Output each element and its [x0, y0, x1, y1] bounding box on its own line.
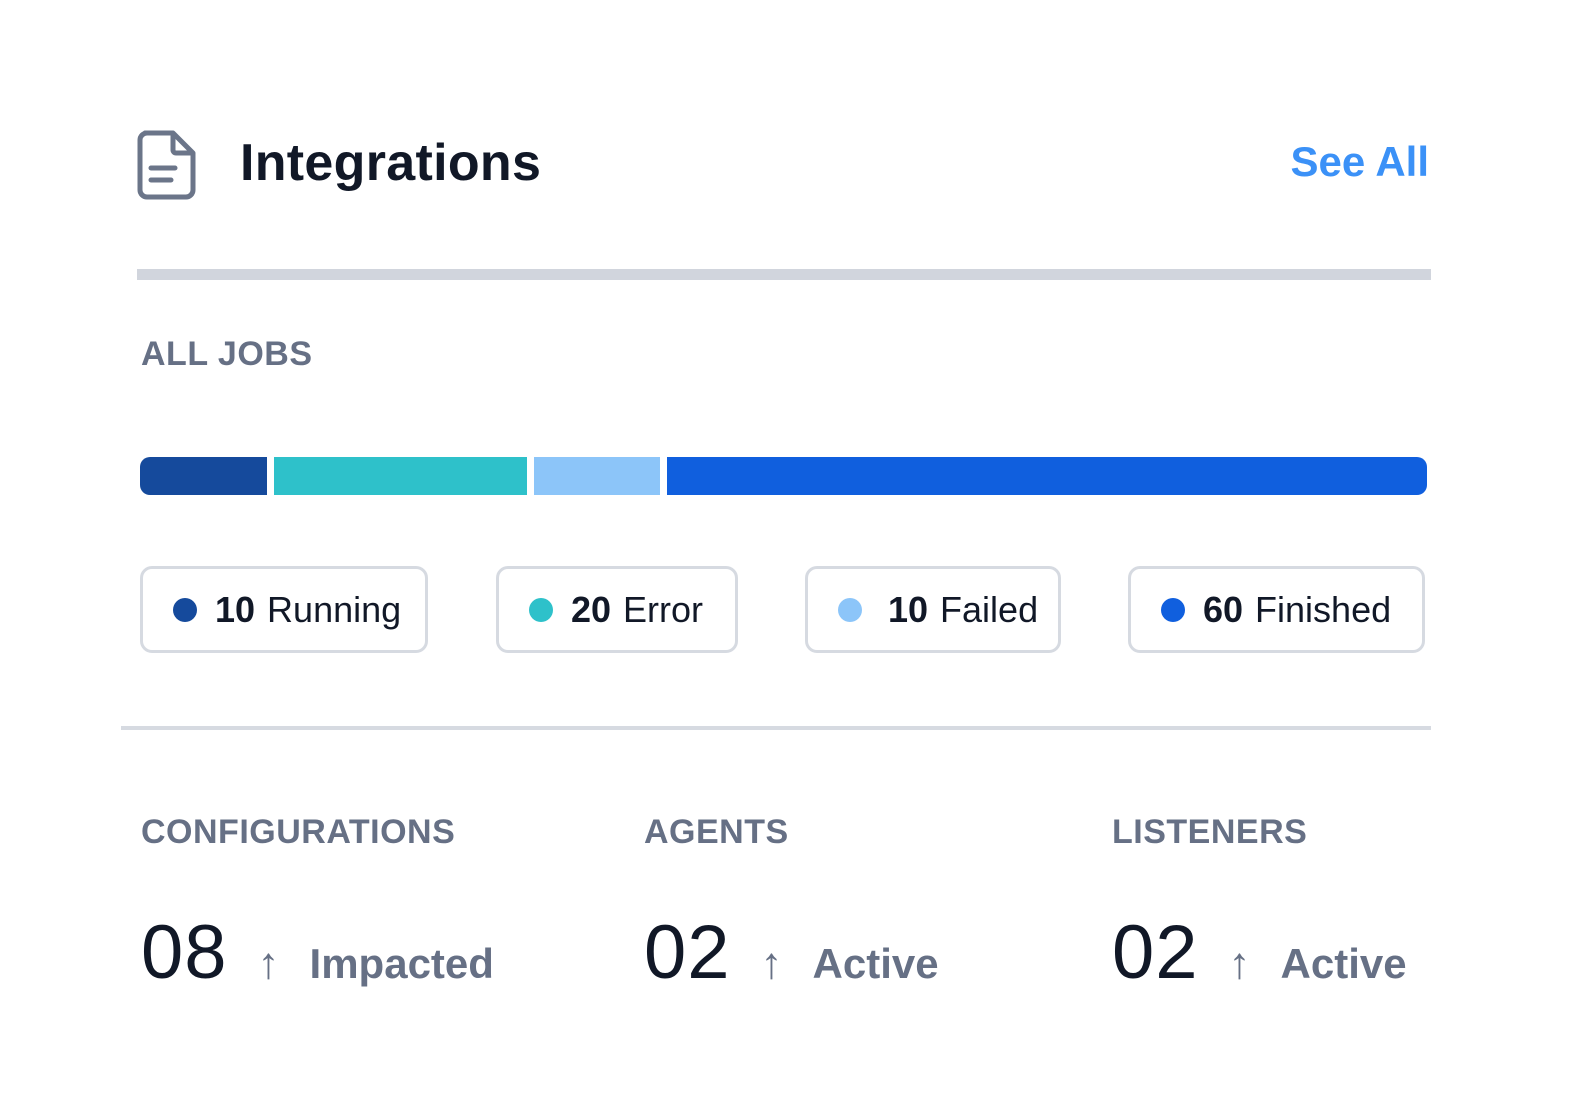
configurations-value: 08	[141, 910, 228, 995]
agents-label: AGENTS	[644, 813, 789, 851]
section-divider	[121, 726, 1431, 730]
arrow-up-icon: ↑	[257, 939, 280, 988]
bar-segment-error[interactable]	[273, 457, 527, 495]
error-count: 20	[571, 588, 612, 630]
listeners-value: 02	[1112, 910, 1199, 995]
agents-value: 02	[644, 910, 731, 995]
jobs-progress-bar	[140, 457, 1427, 495]
see-all-link[interactable]: See All	[1290, 132, 1429, 192]
finished-count: 60	[1203, 588, 1244, 630]
configurations-description: Impacted	[309, 940, 494, 987]
agents-description: Active	[812, 940, 939, 987]
legend-failed[interactable]: 10 Failed	[805, 566, 1061, 653]
failed-count: 10	[888, 588, 929, 630]
arrow-up-icon: ↑	[1228, 939, 1251, 988]
header-divider	[137, 269, 1431, 280]
document-icon	[137, 130, 197, 200]
listeners-stat: 02 ↑ Active	[1112, 905, 1407, 1001]
bar-segment-finished[interactable]	[667, 457, 1427, 495]
failed-label: Failed	[940, 588, 1039, 630]
listeners-label: LISTENERS	[1112, 813, 1308, 851]
bar-segment-running[interactable]	[140, 457, 267, 495]
bar-segment-failed[interactable]	[533, 457, 661, 495]
arrow-up-icon: ↑	[760, 939, 783, 988]
integrations-card: Integrations See All ALL JOBS 10 Running…	[0, 0, 1579, 1104]
legend-running[interactable]: 10 Running	[140, 566, 428, 653]
agents-stat: 02 ↑ Active	[644, 905, 939, 1001]
listeners-description: Active	[1280, 940, 1407, 987]
finished-dot-icon	[1161, 597, 1185, 622]
failed-dot-icon	[838, 597, 862, 622]
configurations-label: CONFIGURATIONS	[141, 813, 456, 851]
running-count: 10	[215, 588, 256, 630]
legend-error[interactable]: 20 Error	[496, 566, 738, 653]
running-dot-icon	[173, 597, 197, 622]
error-dot-icon	[529, 597, 553, 622]
configurations-stat: 08 ↑ Impacted	[141, 905, 494, 1001]
card-title: Integrations	[240, 134, 542, 192]
error-label: Error	[623, 588, 704, 630]
all-jobs-label: ALL JOBS	[141, 335, 313, 373]
legend-finished[interactable]: 60 Finished	[1128, 566, 1425, 653]
finished-label: Finished	[1255, 588, 1392, 630]
running-label: Running	[267, 588, 402, 630]
